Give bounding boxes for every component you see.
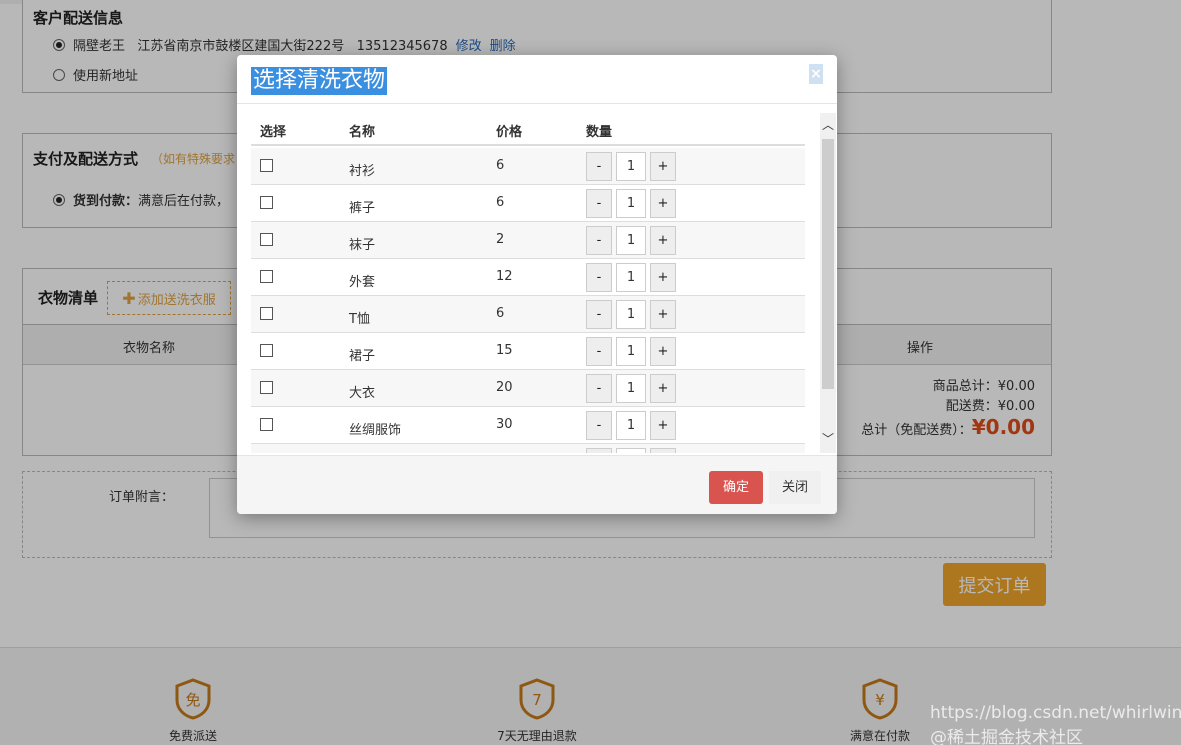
header-qty: 数量 bbox=[586, 125, 613, 140]
increase-button[interactable]: + bbox=[650, 263, 676, 292]
increase-button[interactable]: + bbox=[650, 226, 676, 255]
quantity-input[interactable]: 1 bbox=[616, 189, 646, 218]
item-price: 15 bbox=[496, 343, 513, 358]
table-row: 裙子 15 -1 + bbox=[251, 333, 805, 370]
quantity-stepper: -1 + bbox=[586, 337, 676, 366]
item-price: 6 bbox=[496, 195, 505, 210]
header-name: 名称 bbox=[349, 125, 376, 140]
table-row: 衬衫 6 -1 + bbox=[251, 148, 805, 185]
item-name: 大衣 bbox=[349, 386, 376, 401]
modal-footer: 确定 关闭 bbox=[237, 455, 837, 514]
table-row: 丝绸服饰 30 -1 + bbox=[251, 407, 805, 444]
quantity-stepper: -1 + bbox=[586, 263, 676, 292]
decrease-button[interactable]: - bbox=[586, 152, 612, 181]
item-price: 2 bbox=[496, 232, 505, 247]
decrease-button[interactable]: - bbox=[586, 374, 612, 403]
quantity-input[interactable]: 1 bbox=[616, 226, 646, 255]
quantity-input[interactable]: 1 bbox=[616, 263, 646, 292]
select-clothes-modal: 选择清洗衣物 × 选择 名称 价格 数量 衬衫 6-1 + 裤子 6-1 + 袜子 2-1 + 外… bbox=[237, 55, 837, 514]
item-price: 6 bbox=[496, 306, 505, 321]
header-select: 选择 bbox=[260, 125, 287, 140]
modal-scrollbar[interactable]: ︿ ﹀ bbox=[820, 113, 836, 453]
item-name: 袜子 bbox=[349, 238, 376, 253]
quantity-stepper: -+ bbox=[586, 448, 676, 453]
table-row: 裤子 6 -1 + bbox=[251, 185, 805, 222]
select-checkbox[interactable] bbox=[260, 344, 273, 357]
item-name: 衬衫 bbox=[349, 164, 376, 179]
item-name: 裙子 bbox=[349, 349, 376, 364]
item-price: 12 bbox=[496, 269, 513, 284]
select-checkbox[interactable] bbox=[260, 233, 273, 246]
decrease-button[interactable]: - bbox=[586, 448, 612, 453]
increase-button[interactable]: + bbox=[650, 337, 676, 366]
select-checkbox[interactable] bbox=[260, 159, 273, 172]
quantity-stepper: -1 + bbox=[586, 411, 676, 440]
scroll-up-icon[interactable]: ︿ bbox=[820, 115, 836, 135]
item-price: 30 bbox=[496, 417, 513, 432]
quantity-input[interactable]: 1 bbox=[616, 374, 646, 403]
quantity-stepper: -1 + bbox=[586, 152, 676, 181]
modal-close-icon[interactable]: × bbox=[809, 64, 823, 84]
table-header: 选择 名称 价格 数量 bbox=[251, 113, 805, 146]
confirm-button[interactable]: 确定 bbox=[709, 471, 763, 504]
select-checkbox[interactable] bbox=[260, 418, 273, 431]
increase-button[interactable]: + bbox=[650, 374, 676, 403]
table-row: -+ bbox=[251, 444, 805, 453]
item-price: 20 bbox=[496, 380, 513, 395]
decrease-button[interactable]: - bbox=[586, 411, 612, 440]
decrease-button[interactable]: - bbox=[586, 226, 612, 255]
increase-button[interactable]: + bbox=[650, 411, 676, 440]
close-button[interactable]: 关闭 bbox=[769, 471, 821, 504]
header-price: 价格 bbox=[496, 125, 523, 140]
item-name: T恤 bbox=[349, 312, 370, 327]
increase-button[interactable]: + bbox=[650, 300, 676, 329]
table-row: 袜子 2 -1 + bbox=[251, 222, 805, 259]
decrease-button[interactable]: - bbox=[586, 337, 612, 366]
quantity-input[interactable]: 1 bbox=[616, 152, 646, 181]
quantity-input[interactable]: 1 bbox=[616, 411, 646, 440]
select-checkbox[interactable] bbox=[260, 270, 273, 283]
increase-button[interactable]: + bbox=[650, 448, 676, 453]
item-name: 丝绸服饰 bbox=[349, 423, 402, 438]
increase-button[interactable]: + bbox=[650, 152, 676, 181]
item-name: 裤子 bbox=[349, 201, 376, 216]
quantity-input[interactable] bbox=[616, 448, 646, 453]
select-checkbox[interactable] bbox=[260, 196, 273, 209]
decrease-button[interactable]: - bbox=[586, 300, 612, 329]
quantity-stepper: -1 + bbox=[586, 300, 676, 329]
quantity-input[interactable]: 1 bbox=[616, 300, 646, 329]
modal-title: 选择清洗衣物 bbox=[251, 67, 388, 95]
table-row: 大衣 20 -1 + bbox=[251, 370, 805, 407]
increase-button[interactable]: + bbox=[650, 189, 676, 218]
decrease-button[interactable]: - bbox=[586, 189, 612, 218]
item-name: 外套 bbox=[349, 275, 376, 290]
item-price: 6 bbox=[496, 158, 505, 173]
scroll-thumb[interactable] bbox=[822, 139, 834, 389]
table-row: T恤 6 -1 + bbox=[251, 296, 805, 333]
clothes-options-table: 选择 名称 价格 数量 衬衫 6-1 + 裤子 6-1 + 袜子 2-1 + 外套 12-1 + T恤 6… bbox=[251, 113, 805, 453]
quantity-stepper: -1 + bbox=[586, 374, 676, 403]
select-checkbox[interactable] bbox=[260, 307, 273, 320]
modal-divider bbox=[237, 103, 837, 104]
quantity-stepper: -1 + bbox=[586, 189, 676, 218]
quantity-stepper: -1 + bbox=[586, 226, 676, 255]
watermark: https://blog.csdn.net/whirlwind526 @稀土掘金… bbox=[930, 703, 1181, 745]
quantity-input[interactable]: 1 bbox=[616, 337, 646, 366]
decrease-button[interactable]: - bbox=[586, 263, 612, 292]
select-checkbox[interactable] bbox=[260, 381, 273, 394]
table-row: 外套 12 -1 + bbox=[251, 259, 805, 296]
scroll-down-icon[interactable]: ﹀ bbox=[820, 429, 836, 449]
